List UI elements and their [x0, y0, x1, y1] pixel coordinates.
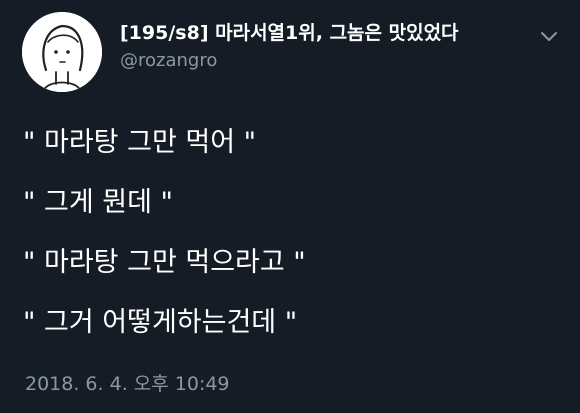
tweet-line: " 그거 어떻게하는건데 " — [23, 307, 298, 338]
tweet-line: " 마라탕 그만 먹어 " — [23, 127, 257, 158]
tweet-line: " 마라탕 그만 먹으라고 " — [23, 247, 306, 278]
tweet-line: " 그게 뭔데 " — [23, 187, 173, 218]
face-icon — [22, 12, 102, 92]
chevron-down-icon[interactable] — [540, 30, 558, 42]
tweet-header: [195/s8] 마라서열1위, 그놈은 맛있었다 @rozangro — [22, 12, 558, 92]
avatar[interactable] — [22, 12, 102, 92]
user-handle[interactable]: @rozangro — [120, 48, 459, 74]
display-name[interactable]: [195/s8] 마라서열1위, 그놈은 맛있었다 — [120, 20, 459, 46]
tweet-timestamp[interactable]: 2018. 6. 4. 오후 10:49 — [25, 371, 230, 397]
tweet-card: [195/s8] 마라서열1위, 그놈은 맛있었다 @rozangro " 마라… — [0, 0, 580, 413]
user-info: [195/s8] 마라서열1위, 그놈은 맛있었다 @rozangro — [120, 20, 459, 74]
tweet-text: " 마라탕 그만 먹어 " " 그게 뭔데 " " 마라탕 그만 먹으라고 " … — [23, 128, 306, 368]
